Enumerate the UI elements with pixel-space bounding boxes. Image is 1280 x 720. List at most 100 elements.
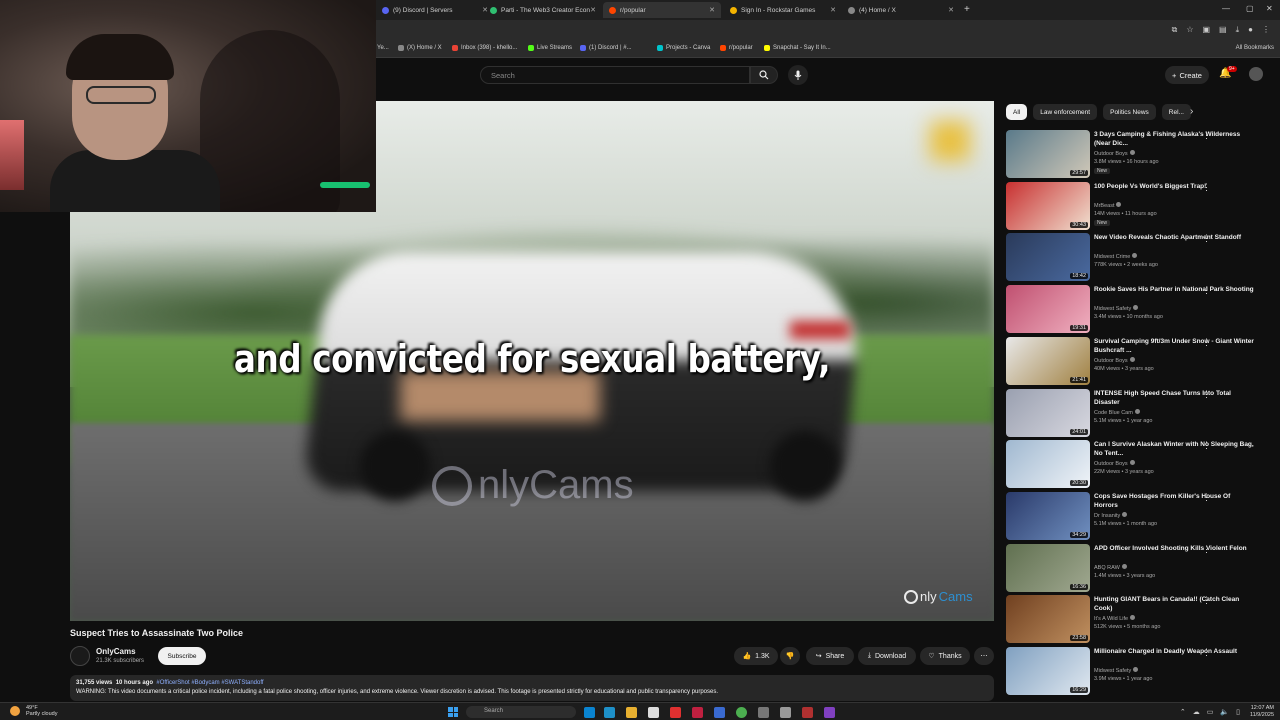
chevron-right-icon[interactable]: ›: [1190, 106, 1193, 117]
recommendation-title[interactable]: Can I Survive Alaskan Winter with No Sle…: [1094, 440, 1254, 458]
chip-law-enforcement[interactable]: Law enforcement: [1033, 104, 1098, 120]
recommendation-item[interactable]: 24:01 INTENSE High Speed Chase Turns Into…: [1006, 388, 1276, 439]
close-icon[interactable]: ✕: [830, 6, 836, 14]
weather-widget[interactable]: 49°F Partly cloudy: [26, 705, 58, 717]
video-thumbnail[interactable]: 29:57: [1006, 130, 1090, 178]
close-icon[interactable]: ✕: [948, 6, 954, 14]
bookmark-item[interactable]: Live Streams: [528, 45, 572, 51]
search-input[interactable]: Search: [480, 66, 750, 84]
recommendation-title[interactable]: Survival Camping 9ft/3m Under Snow - Gia…: [1094, 337, 1254, 355]
recommendation-item[interactable]: 16:29 Millionaire Charged in Deadly Weapo…: [1006, 647, 1276, 697]
video-thumbnail[interactable]: 24:01: [1006, 388, 1090, 437]
chip-all[interactable]: All: [1006, 104, 1028, 120]
recommendation-title[interactable]: Rookie Saves His Partner in National Par…: [1094, 285, 1254, 294]
recommendation-item[interactable]: 30:43 100 People Vs World's Biggest Trap!…: [1006, 181, 1276, 232]
more-vert-icon[interactable]: ⋮: [1202, 440, 1211, 451]
recommendation-title[interactable]: APD Officer Involved Shooting Kills Viol…: [1094, 544, 1254, 553]
battery-icon[interactable]: ▯: [1236, 708, 1240, 716]
recommendation-title[interactable]: Hunting GIANT Bears in Canada!! (Catch C…: [1094, 595, 1254, 613]
more-vert-icon[interactable]: ⋮: [1202, 595, 1211, 606]
app-blue-icon[interactable]: [714, 707, 725, 718]
bookmark-item[interactable]: Ye...: [377, 45, 389, 51]
bookmark-item[interactable]: Snapchat - Say It In...: [764, 45, 831, 51]
subscribe-button[interactable]: Subscribe: [158, 647, 206, 665]
video-thumbnail[interactable]: 16:29: [1006, 647, 1090, 695]
menu-icon[interactable]: ⋮: [1262, 25, 1270, 35]
file-explorer-icon[interactable]: [584, 707, 595, 718]
tab-rockstar[interactable]: Sign In - Rockstar Games ✕: [724, 2, 842, 18]
channel-name[interactable]: OnlyCams: [96, 647, 136, 656]
dislike-button[interactable]: 👎: [780, 647, 800, 665]
chip-related[interactable]: Rel...: [1161, 104, 1191, 120]
network-icon[interactable]: ▭: [1207, 708, 1214, 716]
app-gray-icon[interactable]: [780, 707, 791, 718]
profile-icon[interactable]: ●: [1248, 25, 1253, 35]
app-dark-red-icon[interactable]: [802, 707, 813, 718]
video-thumbnail[interactable]: 30:43: [1006, 181, 1090, 230]
recommendation-channel[interactable]: Midwest Safety: [1094, 305, 1139, 312]
recommendation-channel[interactable]: MrBeast: [1094, 201, 1122, 209]
create-button[interactable]: + Create: [1165, 66, 1209, 84]
close-window-icon[interactable]: ✕: [1266, 4, 1273, 13]
recommendation-channel[interactable]: Outdoor Boys: [1094, 356, 1135, 364]
bookmark-item[interactable]: r/popular: [720, 45, 753, 51]
user-avatar[interactable]: [1249, 67, 1263, 81]
more-vert-icon[interactable]: ⋮: [1202, 647, 1211, 658]
recommendation-channel[interactable]: Midwest Safety: [1094, 667, 1139, 674]
recommendation-channel[interactable]: ABQ RAW: [1094, 563, 1127, 571]
more-vert-icon[interactable]: ⋮: [1202, 285, 1211, 296]
bookmark-item[interactable]: (1) Discord | #...: [580, 45, 632, 51]
settings-icon[interactable]: [758, 707, 769, 718]
recommendation-title[interactable]: 100 People Vs World's Biggest Trap!: [1094, 182, 1254, 191]
recommendation-channel[interactable]: It's A Wild Life: [1094, 615, 1136, 622]
recommendation-title[interactable]: INTENSE High Speed Chase Turns Into Tota…: [1094, 389, 1254, 407]
store-icon[interactable]: [648, 707, 659, 718]
folder-icon[interactable]: [626, 707, 637, 718]
star-icon[interactable]: ☆: [1186, 25, 1193, 35]
recommendation-channel[interactable]: Outdoor Boys: [1094, 150, 1135, 157]
sidebar-icon[interactable]: ▤: [1219, 25, 1227, 35]
recommendation-channel[interactable]: Dr Insanity: [1094, 511, 1128, 519]
more-vert-icon[interactable]: ⋮: [1202, 130, 1211, 141]
tab-parti[interactable]: Parti - The Web3 Creator Econ ✕: [484, 2, 602, 18]
recommendation-item[interactable]: 16:36 APD Officer Involved Shooting Kills…: [1006, 543, 1276, 594]
chip-politics-news[interactable]: Politics News: [1103, 104, 1156, 120]
downloads-icon[interactable]: ⤓: [1236, 25, 1240, 35]
channel-avatar[interactable]: [70, 646, 90, 666]
cloud-icon[interactable]: ☁: [1193, 708, 1200, 716]
recommendation-channel[interactable]: Outdoor Boys: [1094, 460, 1135, 467]
bookmark-item[interactable]: Inbox (398) - khello...: [452, 45, 517, 51]
taskbar-search[interactable]: Search: [466, 706, 576, 718]
recommendation-title[interactable]: Millionaire Charged in Deadly Weapon Ass…: [1094, 647, 1254, 656]
recommendation-title[interactable]: 3 Days Camping & Fishing Alaska's Wilder…: [1094, 130, 1254, 148]
app-purple-icon[interactable]: [824, 707, 835, 718]
recommendation-title[interactable]: Cops Save Hostages From Killer's House O…: [1094, 492, 1254, 510]
close-icon[interactable]: ✕: [590, 6, 596, 14]
cast-icon[interactable]: ⧉: [1172, 25, 1178, 35]
clock[interactable]: 12:07 AM 11/9/2025: [1250, 705, 1274, 719]
description-box[interactable]: 31,755 views 10 hours ago #OfficerShot #…: [70, 675, 994, 701]
tab-discord[interactable]: (9) Discord | Servers ✕: [376, 2, 494, 18]
share-button[interactable]: ↪ Share: [806, 647, 854, 665]
video-thumbnail[interactable]: 21:41: [1006, 336, 1090, 385]
recommendation-item[interactable]: 21:41 Survival Camping 9ft/3m Under Snow …: [1006, 336, 1276, 387]
video-thumbnail[interactable]: 34:29: [1006, 491, 1090, 540]
download-button[interactable]: ⤓ Download: [858, 647, 916, 665]
more-vert-icon[interactable]: ⋮: [1202, 182, 1211, 193]
recommendation-item[interactable]: 23:58 Hunting GIANT Bears in Canada!! (Ca…: [1006, 595, 1276, 645]
more-vert-icon[interactable]: ⋮: [1202, 389, 1211, 400]
chevron-up-icon[interactable]: ⌃: [1180, 708, 1186, 716]
volume-icon[interactable]: 🔈: [1220, 708, 1229, 716]
more-vert-icon[interactable]: ⋮: [1202, 337, 1211, 348]
more-vert-icon[interactable]: ⋮: [1202, 544, 1211, 555]
maximize-icon[interactable]: ▢: [1246, 4, 1254, 13]
app-red2-icon[interactable]: [692, 707, 703, 718]
recommendation-item[interactable]: 20:30 Can I Survive Alaskan Winter with N…: [1006, 440, 1276, 490]
app-red-icon[interactable]: [670, 707, 681, 718]
video-thumbnail[interactable]: 20:30: [1006, 440, 1090, 489]
recommendation-item[interactable]: 19:31 Rookie Saves His Partner in Nationa…: [1006, 285, 1276, 335]
new-tab-icon[interactable]: +: [964, 4, 970, 15]
recommendation-item[interactable]: 29:57 3 Days Camping & Fishing Alaska's W…: [1006, 130, 1276, 180]
more-vert-icon[interactable]: ⋮: [1202, 233, 1211, 244]
recommendation-channel[interactable]: Code Blue Cam: [1094, 408, 1140, 416]
